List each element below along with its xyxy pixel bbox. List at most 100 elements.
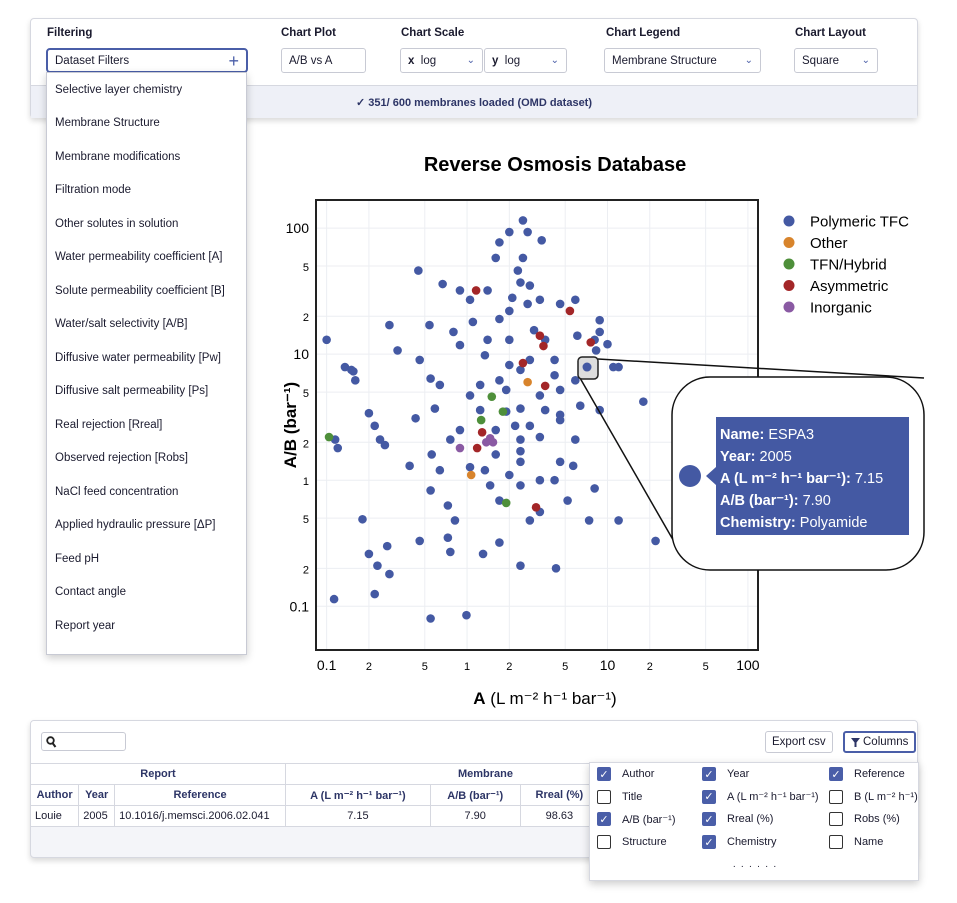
filter-menu-item[interactable]: Other solutes in solution: [47, 207, 246, 241]
checkbox-unchecked[interactable]: [597, 789, 611, 804]
data-point-polymeric-tfc[interactable]: [455, 340, 465, 350]
data-point-polymeric-tfc[interactable]: [508, 293, 517, 303]
data-point-polymeric-tfc[interactable]: [491, 450, 501, 459]
data-point-polymeric-tfc[interactable]: [415, 536, 425, 546]
data-point-polymeric-tfc[interactable]: [430, 404, 440, 413]
column-toggle[interactable]: ✓ Reference: [829, 767, 905, 781]
column-toggle[interactable]: Robs (%): [829, 812, 900, 827]
data-point-polymeric-tfc[interactable]: [525, 516, 535, 525]
data-point-polymeric-tfc[interactable]: [525, 421, 535, 431]
data-point-polymeric-tfc[interactable]: [571, 295, 580, 305]
data-point-polymeric-tfc[interactable]: [491, 253, 501, 263]
data-point-polymeric-tfc[interactable]: [537, 235, 546, 245]
filter-menu-item[interactable]: Filtration mode: [47, 174, 246, 208]
data-point-tfn-hybrid[interactable]: [498, 407, 508, 416]
column-header[interactable]: Year: [78, 784, 116, 806]
data-point-polymeric-tfc[interactable]: [505, 306, 514, 316]
data-point-polymeric-tfc[interactable]: [426, 486, 435, 495]
data-point-polymeric-tfc[interactable]: [540, 405, 550, 415]
data-point-polymeric-tfc[interactable]: [518, 216, 528, 225]
data-point-polymeric-tfc[interactable]: [450, 516, 460, 525]
data-point-polymeric-tfc[interactable]: [523, 227, 532, 237]
data-point-polymeric-tfc[interactable]: [462, 610, 471, 620]
data-point-polymeric-tfc[interactable]: [516, 278, 525, 287]
data-point-polymeric-tfc[interactable]: [651, 536, 660, 546]
data-point-polymeric-tfc[interactable]: [322, 335, 331, 345]
data-point-polymeric-tfc[interactable]: [415, 355, 425, 365]
data-point-polymeric-tfc[interactable]: [563, 496, 572, 505]
data-point-polymeric-tfc[interactable]: [516, 457, 525, 467]
data-point-polymeric-tfc[interactable]: [483, 286, 492, 295]
column-toggle[interactable]: ✓ Chemistry: [702, 835, 777, 850]
data-point-polymeric-tfc[interactable]: [475, 405, 485, 415]
data-point-polymeric-tfc[interactable]: [525, 281, 535, 290]
data-point-polymeric-tfc[interactable]: [370, 589, 380, 599]
column-toggle[interactable]: B (L m⁻² h⁻¹): [829, 789, 918, 804]
checkbox-checked[interactable]: ✓: [829, 767, 843, 781]
data-point-polymeric-tfc[interactable]: [465, 295, 475, 305]
checkbox-checked[interactable]: ✓: [597, 767, 611, 781]
data-point-polymeric-tfc[interactable]: [555, 415, 565, 425]
data-point-inorganic[interactable]: [455, 443, 465, 453]
data-point-polymeric-tfc[interactable]: [535, 432, 545, 442]
data-point-asymmetric[interactable]: [471, 286, 481, 295]
data-point-polymeric-tfc[interactable]: [495, 314, 504, 324]
data-point-polymeric-tfc[interactable]: [426, 374, 435, 383]
data-point-polymeric-tfc[interactable]: [435, 465, 445, 475]
data-point-polymeric-tfc[interactable]: [465, 391, 475, 400]
checkbox-unchecked[interactable]: [829, 812, 843, 827]
legend-label[interactable]: Polymeric TFC: [810, 214, 909, 231]
data-point-polymeric-tfc[interactable]: [364, 408, 374, 418]
filter-menu-item[interactable]: Diffusive salt permeability [Ps]: [47, 375, 246, 409]
data-point-polymeric-tfc[interactable]: [516, 561, 525, 570]
data-point-polymeric-tfc[interactable]: [555, 385, 565, 395]
data-point-polymeric-tfc[interactable]: [414, 266, 423, 275]
column-toggle[interactable]: Name: [829, 835, 883, 850]
filter-menu-item[interactable]: Membrane Structure: [47, 107, 246, 141]
data-point-polymeric-tfc[interactable]: [425, 320, 434, 330]
data-point-polymeric-tfc[interactable]: [513, 266, 523, 275]
data-point-other[interactable]: [523, 377, 532, 387]
filter-menu-item[interactable]: Report year: [47, 609, 246, 643]
data-point-polymeric-tfc[interactable]: [555, 457, 565, 467]
data-point-polymeric-tfc[interactable]: [385, 569, 394, 579]
data-point-polymeric-tfc[interactable]: [370, 421, 380, 431]
data-point-polymeric-tfc[interactable]: [505, 335, 514, 345]
data-point-polymeric-tfc[interactable]: [478, 549, 488, 559]
data-point-polymeric-tfc[interactable]: [595, 315, 604, 325]
data-point-asymmetric[interactable]: [565, 306, 575, 316]
checkbox-checked[interactable]: ✓: [702, 812, 716, 827]
legend-label[interactable]: TFN/Hybrid: [810, 257, 887, 274]
table-search-input[interactable]: [41, 732, 126, 751]
column-toggle[interactable]: Title: [597, 789, 642, 804]
data-point-polymeric-tfc[interactable]: [491, 425, 501, 435]
data-point-polymeric-tfc[interactable]: [480, 350, 490, 360]
data-point-polymeric-tfc[interactable]: [535, 475, 545, 485]
data-point-polymeric-tfc[interactable]: [595, 327, 604, 337]
data-point-polymeric-tfc[interactable]: [465, 462, 475, 472]
data-point-polymeric-tfc[interactable]: [535, 295, 545, 305]
data-point-polymeric-tfc[interactable]: [443, 533, 453, 542]
checkbox-checked[interactable]: ✓: [702, 767, 716, 781]
data-point-asymmetric[interactable]: [518, 358, 528, 368]
data-point-polymeric-tfc[interactable]: [455, 286, 465, 295]
data-point-polymeric-tfc[interactable]: [571, 435, 580, 444]
data-point-polymeric-tfc[interactable]: [523, 299, 532, 309]
data-point-polymeric-tfc[interactable]: [516, 404, 525, 413]
column-header[interactable]: Reference: [114, 784, 286, 806]
column-toggle[interactable]: ✓ Rreal (%): [702, 812, 773, 827]
data-point-polymeric-tfc[interactable]: [446, 435, 455, 444]
data-point-polymeric-tfc[interactable]: [590, 484, 599, 493]
data-point-polymeric-tfc[interactable]: [373, 561, 382, 570]
data-point-polymeric-tfc[interactable]: [614, 516, 623, 525]
filter-menu-item[interactable]: Water/salt selectivity [A/B]: [47, 308, 246, 342]
data-point-polymeric-tfc[interactable]: [516, 481, 525, 490]
data-point-asymmetric[interactable]: [539, 341, 548, 351]
data-point-polymeric-tfc[interactable]: [393, 346, 402, 355]
data-point-tfn-hybrid[interactable]: [487, 392, 497, 401]
columns-button[interactable]: Columns: [843, 731, 917, 753]
filter-menu-item[interactable]: Real rejection [Rreal]: [47, 408, 246, 442]
data-point-tfn-hybrid[interactable]: [324, 432, 334, 442]
data-point-polymeric-tfc[interactable]: [426, 614, 435, 623]
data-point-polymeric-tfc[interactable]: [427, 450, 436, 459]
